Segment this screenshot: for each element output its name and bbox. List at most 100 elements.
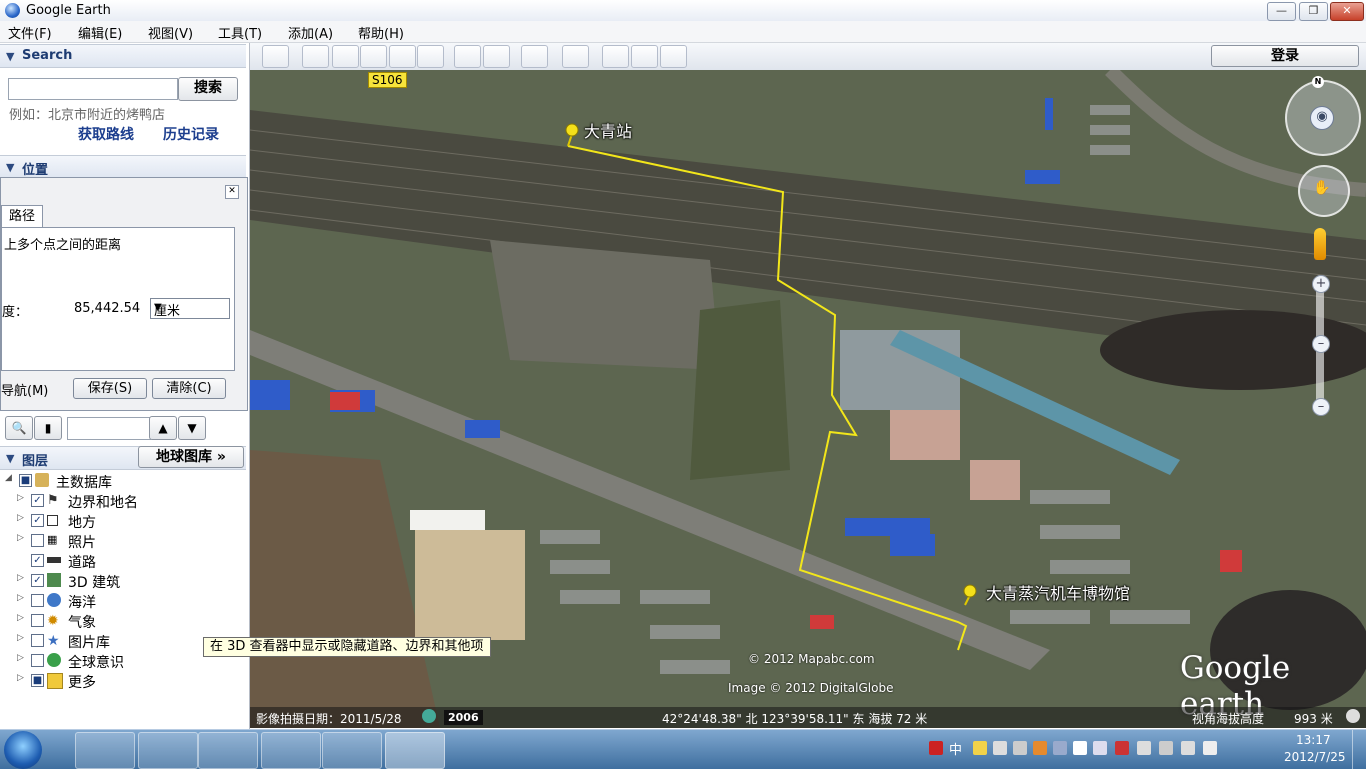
ime-mode-indicator[interactable]: 中 bbox=[949, 739, 962, 758]
tray-menu-icon[interactable] bbox=[1093, 741, 1107, 755]
expand-icon[interactable]: ▷ bbox=[17, 573, 24, 583]
add-polygon-icon[interactable] bbox=[332, 45, 359, 68]
maximize-button[interactable]: ❐ bbox=[1299, 2, 1328, 21]
history-link[interactable]: 历史记录 bbox=[163, 124, 219, 144]
menu-view[interactable]: 视图(V) bbox=[148, 23, 193, 42]
menu-edit[interactable]: 编辑(E) bbox=[78, 23, 122, 42]
zoom-handle[interactable]: – bbox=[1312, 335, 1330, 353]
historical-imagery-icon[interactable] bbox=[454, 45, 481, 68]
close-button[interactable]: ✕ bbox=[1330, 2, 1364, 21]
layer-item[interactable]: ▷ 海洋 bbox=[0, 591, 246, 611]
search-icon[interactable]: 🔍 bbox=[5, 416, 33, 440]
layer-checkbox[interactable]: ■ bbox=[19, 474, 32, 487]
expand-icon[interactable]: ◢ bbox=[5, 473, 12, 483]
clear-button[interactable]: 清除(C) bbox=[152, 378, 226, 399]
get-directions-link[interactable]: 获取路线 bbox=[78, 124, 134, 144]
unit-select[interactable]: 厘米 ▼ bbox=[150, 298, 230, 319]
expand-icon[interactable]: ▷ bbox=[17, 513, 24, 523]
print-icon[interactable] bbox=[631, 45, 658, 68]
help-icon[interactable] bbox=[1073, 741, 1087, 755]
street-view-pegman-icon[interactable] bbox=[1314, 228, 1326, 260]
layer-checkbox[interactable] bbox=[31, 534, 44, 547]
expand-icon[interactable]: ▷ bbox=[17, 653, 24, 663]
punctuation-icon[interactable] bbox=[993, 741, 1007, 755]
layer-item[interactable]: ▷ ✓ 地方 bbox=[0, 511, 246, 531]
layer-checkbox[interactable]: ✓ bbox=[31, 514, 44, 527]
arrow-down-icon[interactable]: ▼ bbox=[178, 416, 206, 440]
tray-app-icon[interactable] bbox=[1053, 741, 1067, 755]
layer-checkbox[interactable]: ■ bbox=[31, 674, 44, 687]
layer-item[interactable]: ▷ ▦ 照片 bbox=[0, 531, 246, 551]
north-compass-icon[interactable]: N bbox=[1312, 76, 1324, 88]
menu-file[interactable]: 文件(F) bbox=[8, 23, 52, 42]
expand-icon[interactable]: ▷ bbox=[17, 593, 24, 603]
mouse-navigation-checkbox[interactable]: 导航(M) bbox=[1, 380, 48, 399]
google-earth-taskbar-icon[interactable] bbox=[385, 732, 445, 769]
notepad-icon[interactable] bbox=[261, 732, 321, 769]
save-button[interactable]: 保存(S) bbox=[73, 378, 147, 399]
moon-icon[interactable] bbox=[973, 741, 987, 755]
record-tour-icon[interactable] bbox=[417, 45, 444, 68]
layer-item[interactable]: ▷ ■ 更多 bbox=[0, 671, 246, 691]
start-button[interactable] bbox=[4, 731, 42, 769]
menu-add[interactable]: 添加(A) bbox=[288, 23, 333, 42]
arrow-up-icon[interactable]: ▲ bbox=[149, 416, 177, 440]
layer-checkbox[interactable]: ✓ bbox=[31, 574, 44, 587]
sidebar-toggle-icon[interactable] bbox=[262, 45, 289, 68]
3d-viewer[interactable]: S106 大青站 大青蒸汽机车博物馆 © 2012 Mapabc.com Ima… bbox=[250, 70, 1366, 728]
layer-item[interactable]: ✓ 道路 bbox=[0, 551, 246, 571]
volume-icon[interactable] bbox=[1203, 741, 1217, 755]
internet-explorer-icon[interactable] bbox=[75, 732, 135, 769]
placemark-label[interactable]: 大青蒸汽机车博物馆 bbox=[986, 580, 1130, 604]
placemark-label[interactable]: 大青站 bbox=[584, 118, 632, 142]
layer-checkbox[interactable] bbox=[31, 654, 44, 667]
expand-icon[interactable]: ▷ bbox=[17, 493, 24, 503]
browser-icon[interactable] bbox=[138, 732, 198, 769]
sunlight-icon[interactable] bbox=[483, 45, 510, 68]
historical-clock-icon[interactable] bbox=[422, 709, 436, 723]
search-panel-header[interactable]: ▼ Search bbox=[0, 44, 246, 68]
layer-item[interactable]: ▷ ✓ ⚑ 边界和地名 bbox=[0, 491, 246, 511]
ime-icon[interactable] bbox=[929, 741, 943, 755]
hand-icon[interactable]: ✋ bbox=[1312, 180, 1332, 200]
ruler-icon[interactable] bbox=[562, 45, 589, 68]
email-icon[interactable] bbox=[602, 45, 629, 68]
clock-time[interactable]: 13:17 bbox=[1296, 733, 1331, 747]
menu-tools[interactable]: 工具(T) bbox=[218, 23, 262, 42]
layer-checkbox[interactable] bbox=[31, 594, 44, 607]
layer-item[interactable]: ◢ ■ 主数据库 bbox=[0, 471, 246, 491]
close-icon[interactable]: ✕ bbox=[225, 185, 239, 199]
places-panel-header[interactable]: ▼ 位置 bbox=[0, 155, 246, 179]
earth-gallery-button[interactable]: 地球图库 » bbox=[138, 446, 244, 468]
eye-icon[interactable]: ◉ bbox=[1310, 106, 1334, 130]
imagery-year-badge[interactable]: 2006 bbox=[444, 710, 483, 725]
add-path-icon[interactable] bbox=[360, 45, 387, 68]
network-status-icon[interactable] bbox=[1181, 741, 1195, 755]
expand-icon[interactable]: ▷ bbox=[17, 633, 24, 643]
search-button[interactable]: 搜索 bbox=[178, 77, 238, 101]
network-icon[interactable] bbox=[1115, 741, 1129, 755]
planets-icon[interactable] bbox=[521, 45, 548, 68]
menu-help[interactable]: 帮助(H) bbox=[358, 23, 404, 42]
login-button[interactable]: 登录 bbox=[1211, 45, 1359, 67]
layer-search-input[interactable] bbox=[67, 417, 151, 440]
expand-icon[interactable]: ▷ bbox=[17, 673, 24, 683]
layer-item[interactable]: ▷ ✓ 3D 建筑 bbox=[0, 571, 246, 591]
zoom-in-icon[interactable]: + bbox=[1312, 275, 1330, 293]
panel-toggle-icon[interactable]: ▮ bbox=[34, 416, 62, 440]
layer-checkbox[interactable] bbox=[31, 634, 44, 647]
expand-icon[interactable]: ▷ bbox=[17, 533, 24, 543]
office-icon[interactable] bbox=[322, 732, 382, 769]
clock-date[interactable]: 2012/7/25 bbox=[1284, 750, 1346, 764]
layer-checkbox[interactable]: ✓ bbox=[31, 494, 44, 507]
display-icon[interactable] bbox=[1159, 741, 1173, 755]
view-in-maps-icon[interactable] bbox=[660, 45, 687, 68]
layer-item[interactable]: ▷ ✹ 气象 bbox=[0, 611, 246, 631]
expand-icon[interactable]: ▷ bbox=[17, 613, 24, 623]
show-desktop-button[interactable] bbox=[1352, 730, 1366, 769]
layer-checkbox[interactable]: ✓ bbox=[31, 554, 44, 567]
keyboard-icon[interactable] bbox=[1013, 741, 1027, 755]
tab-path[interactable]: 路径 bbox=[1, 205, 43, 228]
add-placemark-icon[interactable] bbox=[302, 45, 329, 68]
search-input[interactable] bbox=[8, 78, 178, 100]
